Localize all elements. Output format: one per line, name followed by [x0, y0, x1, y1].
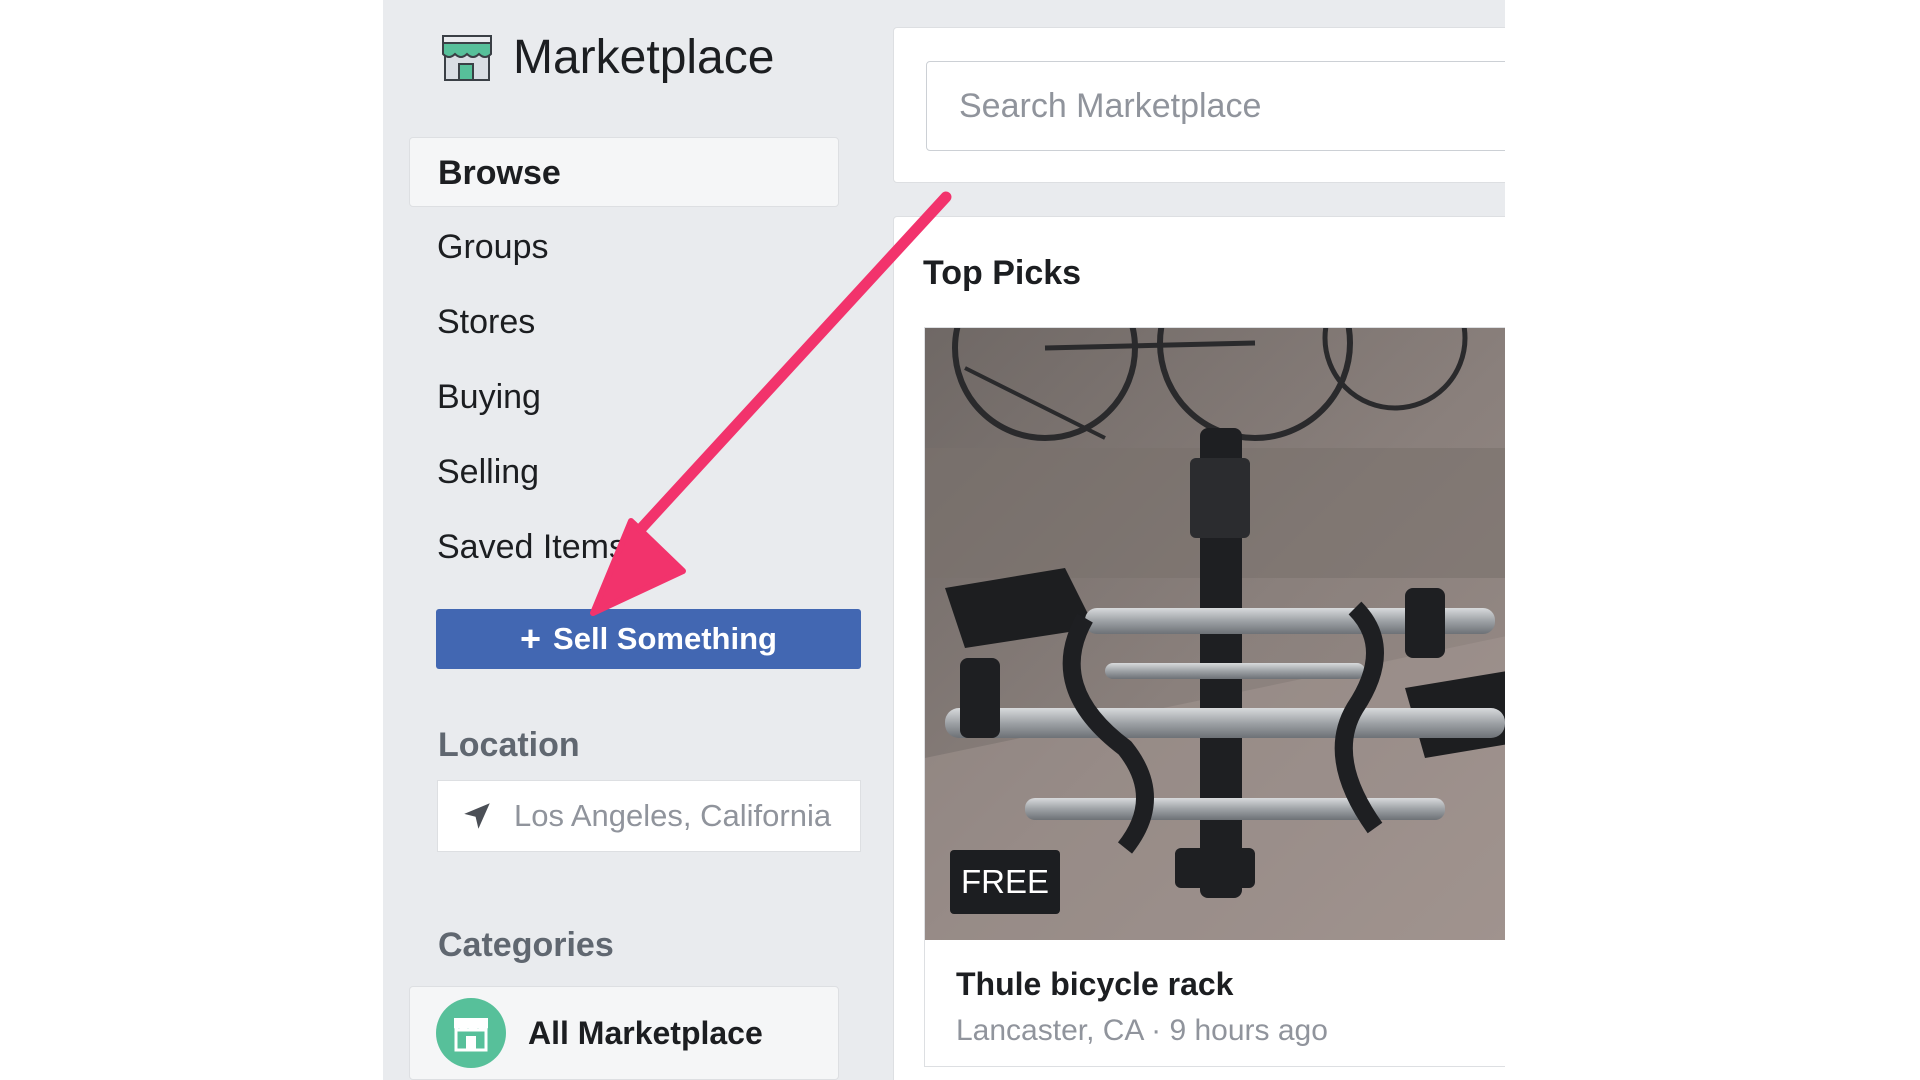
sidebar-item-selling[interactable]: Selling — [409, 437, 839, 507]
listing-photo — [925, 328, 1505, 940]
sidebar-item-groups[interactable]: Groups — [409, 212, 839, 282]
price-badge: FREE — [950, 850, 1061, 914]
top-picks-card: Top Picks FREE Thule bicycle rack Lancas… — [893, 216, 1505, 1080]
sidebar-item-saved-items[interactable]: Saved Items — [409, 512, 839, 582]
location-value: Los Angeles, California — [514, 798, 832, 833]
sidebar-item-browse[interactable]: Browse — [409, 137, 839, 207]
search-card — [893, 27, 1505, 183]
marketplace-header: Marketplace — [441, 34, 774, 82]
sell-something-button[interactable]: + Sell Something — [436, 609, 861, 669]
category-label: All Marketplace — [528, 1014, 763, 1051]
category-icon-circle — [436, 998, 506, 1068]
storefront-icon — [442, 35, 492, 81]
storefront-icon — [454, 1018, 488, 1052]
category-all-marketplace[interactable]: All Marketplace — [409, 986, 839, 1080]
section-title: Top Picks — [923, 254, 1082, 292]
sell-something-label: Sell Something — [553, 621, 777, 656]
plus-icon: + — [520, 618, 542, 659]
listing-meta: Lancaster, CA · 9 hours ago — [956, 1014, 1328, 1047]
location-field[interactable]: Los Angeles, California — [437, 780, 861, 852]
search-input[interactable] — [926, 61, 1505, 151]
sidebar-item-stores[interactable]: Stores — [409, 287, 839, 357]
page-title: Marketplace — [513, 31, 775, 84]
sidebar-item-buying[interactable]: Buying — [409, 362, 839, 432]
marketplace-panel: Marketplace Browse Groups Stores Buying … — [383, 0, 1505, 1080]
location-arrow-icon — [464, 803, 490, 829]
categories-heading: Categories — [438, 926, 614, 964]
sidebar-nav: Browse Groups Stores Buying Selling Save… — [409, 137, 839, 587]
location-heading: Location — [438, 726, 580, 764]
listing-card[interactable]: FREE Thule bicycle rack Lancaster, CA · … — [924, 327, 1505, 1067]
listing-title: Thule bicycle rack — [956, 966, 1234, 1002]
